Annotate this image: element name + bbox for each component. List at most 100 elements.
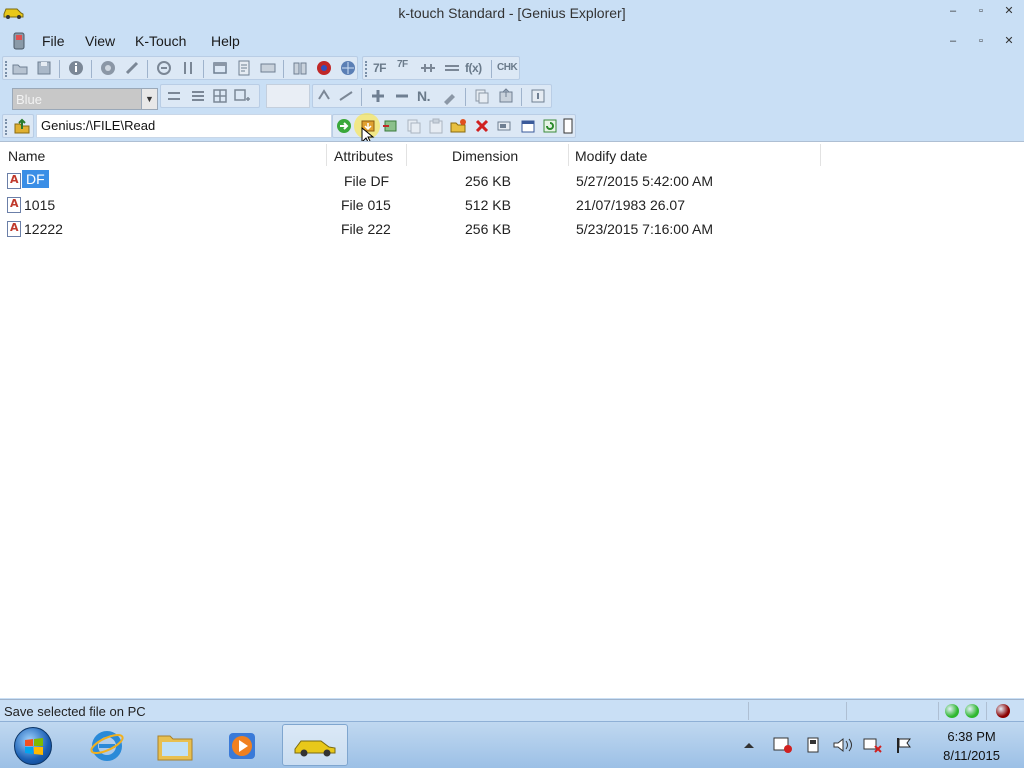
hex-abc-icon[interactable]: 7F bbox=[397, 59, 408, 70]
address-bar[interactable]: Genius:/\FILE\Read bbox=[36, 114, 332, 138]
column-header-name[interactable]: Name bbox=[8, 142, 326, 168]
record-icon[interactable] bbox=[315, 59, 333, 77]
toolbar-grip[interactable] bbox=[5, 61, 7, 77]
action-center-flag-icon[interactable] bbox=[894, 736, 914, 754]
page-icon[interactable] bbox=[563, 117, 573, 135]
load-from-pc-icon[interactable] bbox=[381, 117, 399, 135]
calendar-icon[interactable] bbox=[519, 117, 537, 135]
taskbar-explorer[interactable] bbox=[142, 724, 208, 766]
normalize-icon[interactable]: N. bbox=[417, 88, 431, 104]
swap-icon[interactable] bbox=[165, 87, 183, 105]
network-tray-icon[interactable] bbox=[772, 736, 794, 754]
book-icon[interactable] bbox=[291, 59, 309, 77]
table-row[interactable]: DF File DF 256 KB 5/27/2015 5:42:00 AM bbox=[0, 170, 1024, 194]
show-hidden-icons-icon[interactable] bbox=[742, 736, 756, 754]
paste-file-icon[interactable] bbox=[427, 117, 445, 135]
split-icon[interactable] bbox=[419, 59, 437, 77]
refresh-icon[interactable] bbox=[541, 117, 559, 135]
function-icon[interactable]: f(x) bbox=[465, 61, 482, 75]
toolbar-grip[interactable] bbox=[365, 61, 367, 77]
maximize-button[interactable]: ▫ bbox=[974, 4, 988, 18]
network-icon[interactable] bbox=[339, 59, 357, 77]
clock-date: 8/11/2015 bbox=[943, 748, 1000, 763]
info-icon[interactable] bbox=[67, 59, 85, 77]
save-icon[interactable] bbox=[35, 59, 53, 77]
properties-icon[interactable] bbox=[529, 87, 547, 105]
media-player-icon bbox=[229, 733, 255, 759]
title-bar: k-touch Standard - [Genius Explorer] – ▫… bbox=[0, 0, 1024, 28]
keyboard-icon[interactable] bbox=[259, 59, 277, 77]
system-clock[interactable]: 6:38 PM 8/11/2015 bbox=[943, 727, 1000, 765]
checksum-icon[interactable] bbox=[155, 59, 173, 77]
export-icon[interactable] bbox=[497, 87, 515, 105]
hex-7f-icon[interactable]: 7F bbox=[373, 61, 387, 75]
abs-icon[interactable] bbox=[315, 87, 333, 105]
delete-icon[interactable] bbox=[473, 117, 491, 135]
go-icon[interactable] bbox=[335, 117, 353, 135]
open-folder-icon[interactable] bbox=[11, 59, 29, 77]
grid-icon[interactable] bbox=[211, 87, 229, 105]
file-name[interactable]: DF bbox=[22, 170, 49, 188]
menu-view[interactable]: View bbox=[85, 33, 115, 49]
file-dimension: 512 KB bbox=[465, 197, 511, 213]
child-minimize-button[interactable]: – bbox=[946, 34, 960, 48]
globe-icon[interactable] bbox=[99, 59, 117, 77]
chevron-down-icon[interactable]: ▼ bbox=[141, 89, 157, 109]
window-icon[interactable] bbox=[211, 59, 229, 77]
menu-file[interactable]: File bbox=[42, 33, 65, 49]
status-led-red bbox=[996, 704, 1010, 718]
status-led-green bbox=[965, 704, 979, 718]
minimize-button[interactable]: – bbox=[946, 4, 960, 18]
taskbar-internet-explorer[interactable] bbox=[74, 724, 140, 766]
file-list: Name Attributes Dimension Modify date DF… bbox=[0, 141, 1024, 698]
close-button[interactable]: ✕ bbox=[1002, 4, 1016, 18]
network-status-icon[interactable] bbox=[862, 736, 884, 754]
layout-toolbar bbox=[160, 84, 260, 108]
menu-k-touch[interactable]: K-Touch bbox=[135, 33, 186, 49]
table-row[interactable]: 1015 File 015 512 KB 21/07/1983 26.07 bbox=[0, 194, 1024, 218]
sort-icon[interactable] bbox=[179, 59, 197, 77]
grid-add-icon[interactable] bbox=[233, 87, 251, 105]
merge-icon[interactable] bbox=[443, 59, 461, 77]
copy-file-icon[interactable] bbox=[405, 117, 423, 135]
child-maximize-button[interactable]: ▫ bbox=[974, 34, 988, 48]
offset-field[interactable] bbox=[266, 84, 310, 108]
up-folder-icon[interactable] bbox=[13, 117, 31, 135]
document-icon[interactable] bbox=[235, 59, 253, 77]
file-attributes: File 015 bbox=[341, 197, 391, 213]
toolbar-grip[interactable] bbox=[5, 119, 7, 135]
link-icon[interactable] bbox=[123, 59, 141, 77]
file-icon bbox=[7, 197, 21, 213]
navigation-toolbar bbox=[2, 114, 34, 138]
start-button[interactable] bbox=[14, 727, 52, 765]
taskbar-media-player[interactable] bbox=[210, 724, 276, 766]
taskbar: 6:38 PM 8/11/2015 bbox=[0, 721, 1024, 768]
minus-icon[interactable] bbox=[393, 87, 411, 105]
rename-icon[interactable] bbox=[495, 117, 513, 135]
folder-icon bbox=[157, 735, 193, 761]
child-close-button[interactable]: ✕ bbox=[1002, 34, 1016, 48]
taskbar-k-touch[interactable] bbox=[282, 724, 348, 766]
file-modify-date: 5/23/2015 7:16:00 AM bbox=[576, 221, 713, 237]
file-name[interactable]: 12222 bbox=[24, 221, 63, 237]
replace-icon[interactable] bbox=[337, 87, 355, 105]
column-header-attributes[interactable]: Attributes bbox=[334, 142, 406, 168]
file-name[interactable]: 1015 bbox=[24, 197, 55, 213]
column-header-dimension[interactable]: Dimension bbox=[452, 142, 562, 168]
table-row[interactable]: 12222 File 222 256 KB 5/23/2015 7:16:00 … bbox=[0, 218, 1024, 242]
copy-icon[interactable] bbox=[473, 87, 491, 105]
menu-help[interactable]: Help bbox=[211, 33, 240, 49]
swap-rows-icon[interactable] bbox=[189, 87, 207, 105]
column-header-modify-date[interactable]: Modify date bbox=[575, 142, 815, 168]
check-icon[interactable]: CHK bbox=[497, 62, 518, 73]
device-tray-icon[interactable] bbox=[804, 736, 824, 754]
internet-explorer-icon bbox=[90, 731, 124, 761]
new-folder-icon[interactable] bbox=[449, 117, 467, 135]
status-bar: Save selected file on PC bbox=[0, 699, 1024, 721]
plus-icon[interactable] bbox=[369, 87, 387, 105]
clock-time: 6:38 PM bbox=[947, 729, 996, 744]
brush-icon[interactable] bbox=[441, 87, 459, 105]
color-select-value: Blue bbox=[16, 92, 43, 107]
volume-icon[interactable] bbox=[832, 736, 854, 754]
color-select[interactable]: Blue ▼ bbox=[12, 88, 158, 110]
